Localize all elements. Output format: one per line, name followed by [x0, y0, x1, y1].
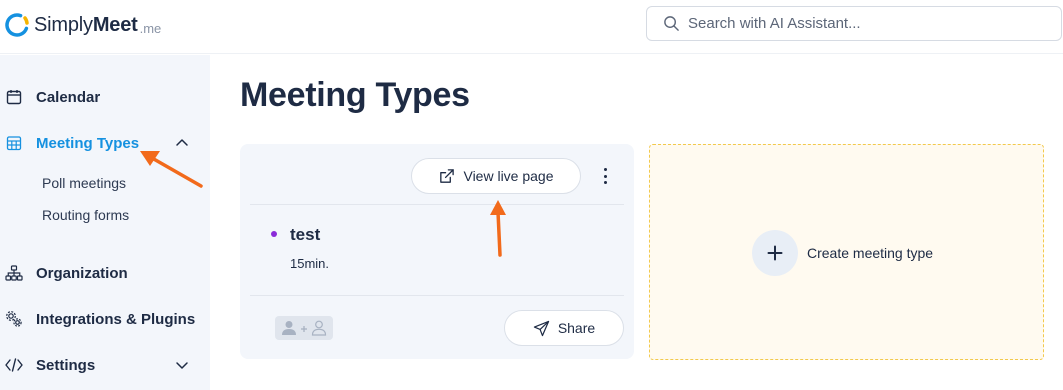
- meeting-type-duration: 15min.: [290, 256, 330, 271]
- sidebar-item-label: Calendar: [36, 88, 101, 106]
- external-link-icon: [440, 168, 455, 183]
- send-icon: [533, 320, 550, 336]
- page-title: Meeting Types: [240, 76, 470, 114]
- sidebar-item-label: Settings: [36, 356, 96, 374]
- search-box[interactable]: [646, 6, 1062, 41]
- logo-text-tld: .me: [139, 20, 162, 36]
- logo-text-meet: Meet: [92, 13, 138, 36]
- logo-text-simply: Simply: [34, 13, 93, 36]
- view-live-page-button[interactable]: View live page: [411, 158, 581, 194]
- sidebar-subitem-routing-forms[interactable]: Routing forms: [42, 207, 129, 223]
- meeting-type-name[interactable]: test: [290, 225, 320, 245]
- sidebar-subitem-poll-meetings[interactable]: Poll meetings: [42, 175, 126, 191]
- more-options-icon[interactable]: [598, 166, 612, 186]
- calendar-icon: [5, 88, 23, 106]
- search-icon: [664, 16, 679, 31]
- share-label: Share: [557, 320, 596, 336]
- org-chart-icon: [5, 264, 23, 282]
- create-meeting-type-label: Create meeting type: [807, 245, 934, 261]
- sidebar: Calendar Meeting Types Poll meetings Rou…: [0, 55, 210, 390]
- card-divider: [250, 204, 624, 205]
- meeting-color-dot: [271, 231, 277, 237]
- add-user-icon: [282, 320, 327, 336]
- top-header: Simply Meet .me: [0, 0, 1063, 54]
- code-icon: [5, 356, 23, 374]
- card-divider: [250, 295, 624, 296]
- create-meeting-type-card[interactable]: Create meeting type: [649, 144, 1044, 360]
- plus-icon: [752, 230, 798, 276]
- simplymeet-logo[interactable]: Simply Meet .me: [4, 10, 161, 40]
- sidebar-item-label: Organization: [36, 264, 128, 282]
- sidebar-item-organization[interactable]: Organization: [0, 256, 210, 290]
- share-button[interactable]: Share: [504, 310, 624, 346]
- sidebar-item-label: Integrations & Plugins: [36, 310, 196, 328]
- sidebar-item-meeting-types[interactable]: Meeting Types: [0, 126, 210, 160]
- sidebar-item-label: Meeting Types: [36, 134, 140, 152]
- sidebar-item-integrations[interactable]: Integrations & Plugins: [0, 302, 210, 336]
- gears-icon: [5, 310, 23, 328]
- view-live-page-label: View live page: [463, 168, 554, 184]
- logo-mark-icon: [5, 13, 29, 37]
- chevron-down-icon[interactable]: [174, 357, 190, 373]
- chevron-up-icon[interactable]: [174, 135, 190, 151]
- sidebar-item-calendar[interactable]: Calendar: [0, 80, 210, 114]
- assign-hosts-button[interactable]: [275, 316, 333, 340]
- page: SimplyMeet.me Calendar Meeting Types Pol…: [0, 0, 1063, 390]
- sidebar-item-settings[interactable]: Settings: [0, 348, 210, 382]
- search-input[interactable]: [688, 15, 1048, 32]
- grid-calendar-icon: [5, 134, 23, 152]
- meeting-type-card: View live page test 15min. Share: [240, 144, 634, 359]
